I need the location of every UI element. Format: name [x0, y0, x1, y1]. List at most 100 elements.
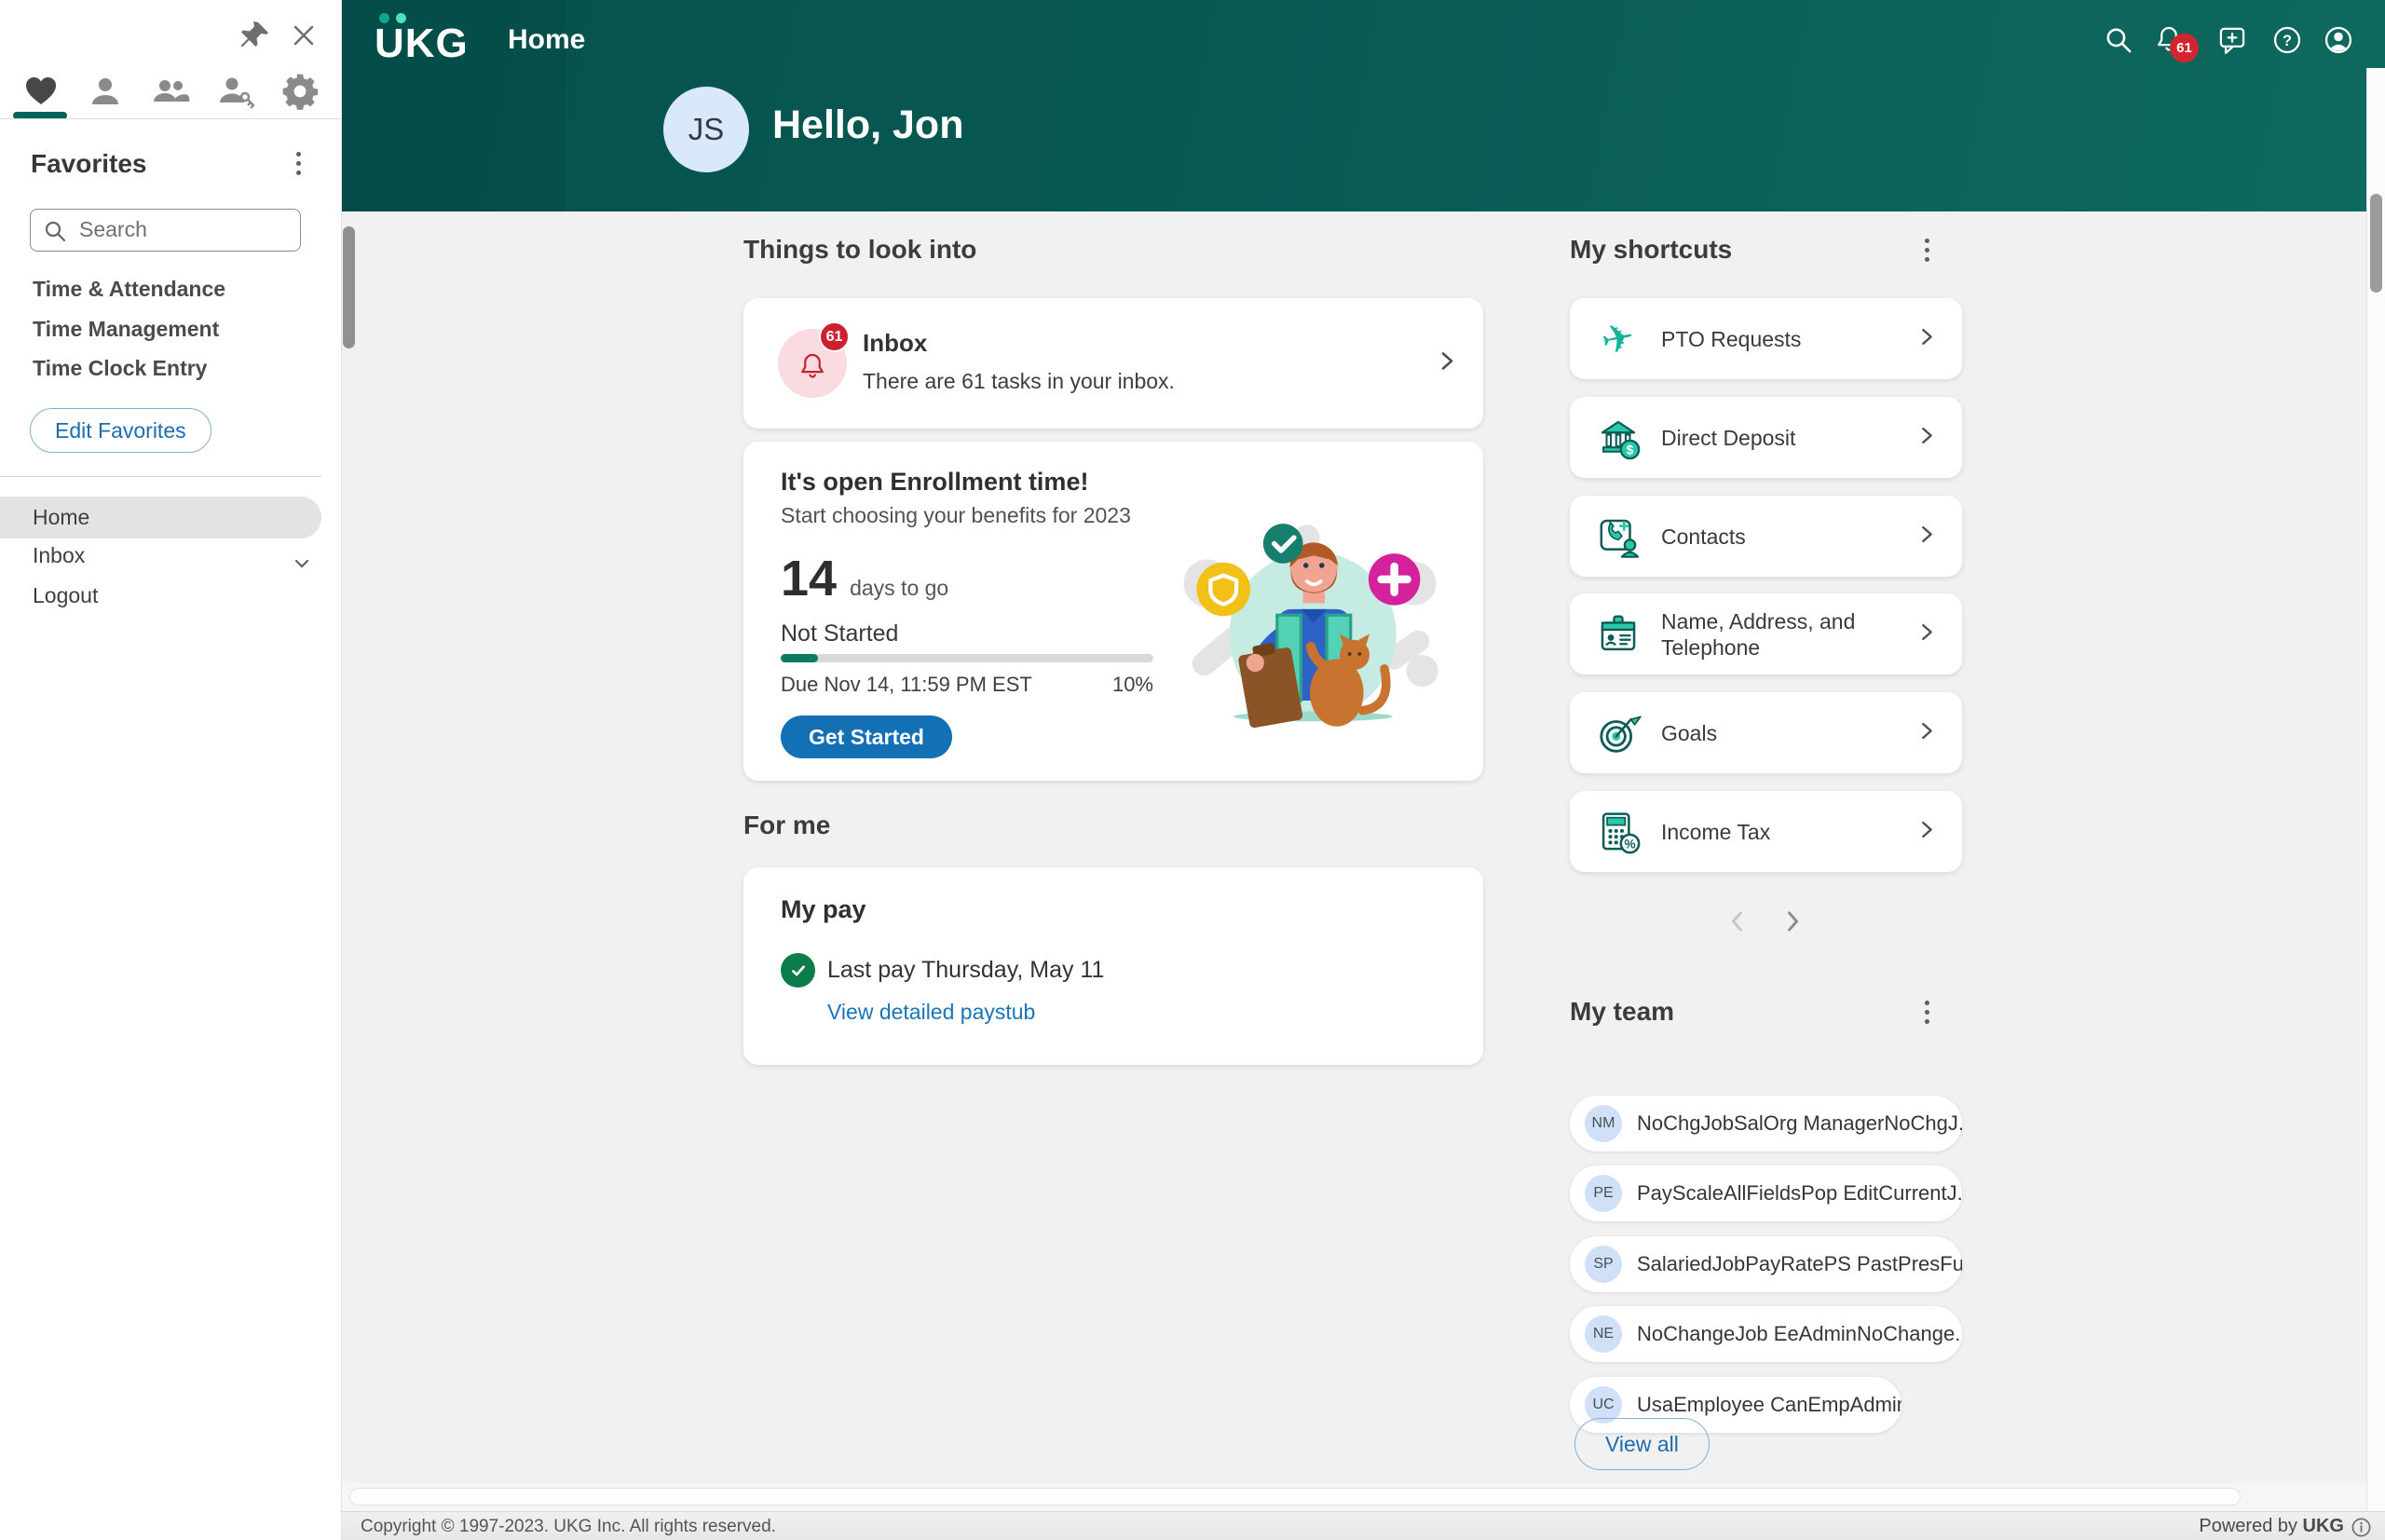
- chevron-right-icon: [1915, 818, 1938, 845]
- enrollment-percent: 10%: [1112, 673, 1153, 697]
- inbox-card[interactable]: 61 Inbox There are 61 tasks in your inbo…: [743, 298, 1483, 429]
- chevron-right-icon: [1915, 719, 1938, 746]
- chevron-right-icon: [1915, 325, 1938, 352]
- sidebar-item-logout[interactable]: Logout: [0, 575, 321, 617]
- nav-inbox-label: Inbox: [33, 543, 85, 567]
- get-started-button[interactable]: Get Started: [781, 715, 952, 758]
- avatar: PE: [1585, 1175, 1622, 1212]
- inbox-card-title: Inbox: [863, 329, 927, 358]
- logo-text: UKG: [375, 20, 469, 67]
- copyright-text: Copyright © 1997-2023. UKG Inc. All righ…: [361, 1517, 776, 1537]
- page-title: Home: [508, 24, 585, 56]
- sidebar-item-home[interactable]: Home: [0, 497, 321, 538]
- bell-icon: [795, 349, 830, 389]
- income-tax-calculator-icon: %: [1594, 808, 1642, 856]
- team-member-pill[interactable]: PE PayScaleAllFieldsPop EditCurrentJ...: [1570, 1165, 1962, 1221]
- search-icon[interactable]: [2101, 22, 2136, 58]
- horizontal-scrollbar: [342, 1483, 2366, 1511]
- avatar: NM: [1585, 1105, 1622, 1142]
- enrollment-progress-fill: [781, 654, 818, 662]
- favorites-panel-title: Favorites: [31, 149, 147, 179]
- enrollment-status: Not Started: [781, 620, 898, 647]
- svg-text:$: $: [1627, 443, 1634, 457]
- my-shortcuts-title: My shortcuts: [1570, 235, 1732, 265]
- vertical-scrollbar-thumb[interactable]: [2370, 194, 2382, 293]
- shortcut-income-tax[interactable]: % Income Tax: [1570, 791, 1962, 872]
- header-hero: UKG Home 61 ? JS Hello, Jon: [342, 0, 2385, 211]
- view-paystub-link[interactable]: View detailed paystub: [827, 1000, 1035, 1025]
- chevron-right-icon: [1915, 523, 1938, 550]
- inbox-bell-circle: 61: [778, 329, 847, 398]
- info-icon[interactable]: [2351, 1517, 2372, 1540]
- enrollment-card: It's open Enrollment time! Start choosin…: [743, 442, 1483, 781]
- greeting-text: Hello, Jon: [772, 102, 963, 148]
- account-icon[interactable]: [2321, 22, 2356, 58]
- search-input[interactable]: [79, 210, 293, 250]
- tabs-divider: [0, 118, 342, 119]
- my-team-title: My team: [1570, 997, 1674, 1027]
- chevron-right-icon: [1915, 424, 1938, 451]
- goals-target-icon: [1594, 709, 1642, 757]
- nav-home-label: Home: [33, 505, 89, 529]
- days-label: days to go: [850, 576, 948, 601]
- last-pay-text: Last pay Thursday, May 11: [827, 957, 1104, 984]
- direct-deposit-bank-icon: $: [1594, 414, 1642, 462]
- check-circle-icon: [781, 953, 815, 988]
- shortcut-contacts[interactable]: Contacts: [1570, 496, 1962, 577]
- shortcuts-kebab-menu-icon[interactable]: [1925, 238, 1929, 262]
- team-member-pill[interactable]: SP SalariedJobPayRatePS PastPresFu...: [1570, 1236, 1962, 1292]
- things-to-look-into-title: Things to look into: [743, 235, 976, 265]
- favorites-sidebar: Favorites Time & Attendance Time Managem…: [0, 0, 342, 1540]
- edit-favorites-button[interactable]: Edit Favorites: [30, 408, 211, 453]
- avatar: NE: [1585, 1315, 1622, 1353]
- shortcut-name-address-telephone[interactable]: Name, Address, and Telephone: [1570, 593, 1962, 675]
- favorites-kebab-menu-icon[interactable]: [296, 152, 301, 175]
- favorite-item-time-clock-entry[interactable]: Time Clock Entry: [33, 356, 207, 381]
- horizontal-scrollbar-thumb[interactable]: [349, 1488, 2241, 1506]
- ukg-logo: UKG: [375, 9, 486, 65]
- favorite-item-time-management[interactable]: Time Management: [33, 317, 219, 342]
- svg-text:%: %: [1624, 837, 1635, 851]
- shortcut-direct-deposit[interactable]: $ Direct Deposit: [1570, 397, 1962, 478]
- chevron-right-icon: [1915, 620, 1938, 647]
- team-member-pill[interactable]: NM NoChgJobSalOrg ManagerNoChgJ...: [1570, 1096, 1962, 1152]
- powered-by-text: Powered by UKG: [2199, 1516, 2344, 1537]
- enrollment-days: 14 days to go: [781, 550, 948, 607]
- shortcuts-next-page-icon[interactable]: [1777, 906, 1812, 941]
- shortcuts-prev-page-icon[interactable]: [1722, 906, 1757, 941]
- feedback-chat-icon[interactable]: [2215, 22, 2250, 58]
- my-pay-card: My pay Last pay Thursday, May 11 View de…: [743, 867, 1483, 1065]
- ukg-home-page: UKG Home 61 ? JS Hello, Jon: [0, 0, 2385, 1540]
- footer: Copyright © 1997-2023. UKG Inc. All righ…: [342, 1511, 2385, 1540]
- contacts-icon: [1594, 512, 1642, 561]
- tab-settings-gear-icon[interactable]: [279, 71, 320, 112]
- inbox-card-subtitle: There are 61 tasks in your inbox.: [863, 369, 1175, 394]
- enrollment-illustration: [1179, 522, 1440, 730]
- search-icon: [43, 219, 67, 243]
- days-number: 14: [781, 550, 837, 607]
- team-kebab-menu-icon[interactable]: [1925, 1001, 1929, 1024]
- enrollment-title: It's open Enrollment time!: [781, 468, 1088, 497]
- tab-favorites-heart-icon[interactable]: [20, 71, 61, 112]
- enrollment-due-row: Due Nov 14, 11:59 PM EST 10%: [781, 673, 1153, 697]
- sidebar-scrollbar-thumb[interactable]: [343, 226, 355, 348]
- my-pay-title: My pay: [781, 895, 866, 924]
- sidebar-item-inbox[interactable]: Inbox: [0, 535, 321, 577]
- shortcut-goals[interactable]: Goals: [1570, 692, 1962, 773]
- for-me-title: For me: [743, 811, 830, 840]
- pin-icon[interactable]: [238, 19, 272, 52]
- tab-person-key-icon[interactable]: [215, 71, 256, 112]
- pto-plane-icon: ✈: [1594, 315, 1642, 363]
- view-all-button[interactable]: View all: [1574, 1418, 1710, 1470]
- enrollment-due-date: Due Nov 14, 11:59 PM EST: [781, 673, 1032, 697]
- tab-people-icon[interactable]: [150, 71, 191, 112]
- favorites-search: [30, 209, 301, 252]
- tab-person-icon[interactable]: [85, 71, 126, 112]
- team-member-pill[interactable]: NE NoChangeJob EeAdminNoChange...: [1570, 1306, 1962, 1362]
- avatar: SP: [1585, 1246, 1622, 1283]
- close-icon[interactable]: [287, 19, 320, 52]
- shortcut-pto-requests[interactable]: ✈ PTO Requests: [1570, 298, 1962, 379]
- help-icon[interactable]: ?: [2269, 22, 2305, 58]
- svg-text:?: ?: [2283, 33, 2292, 49]
- favorite-item-time-attendance[interactable]: Time & Attendance: [33, 277, 225, 302]
